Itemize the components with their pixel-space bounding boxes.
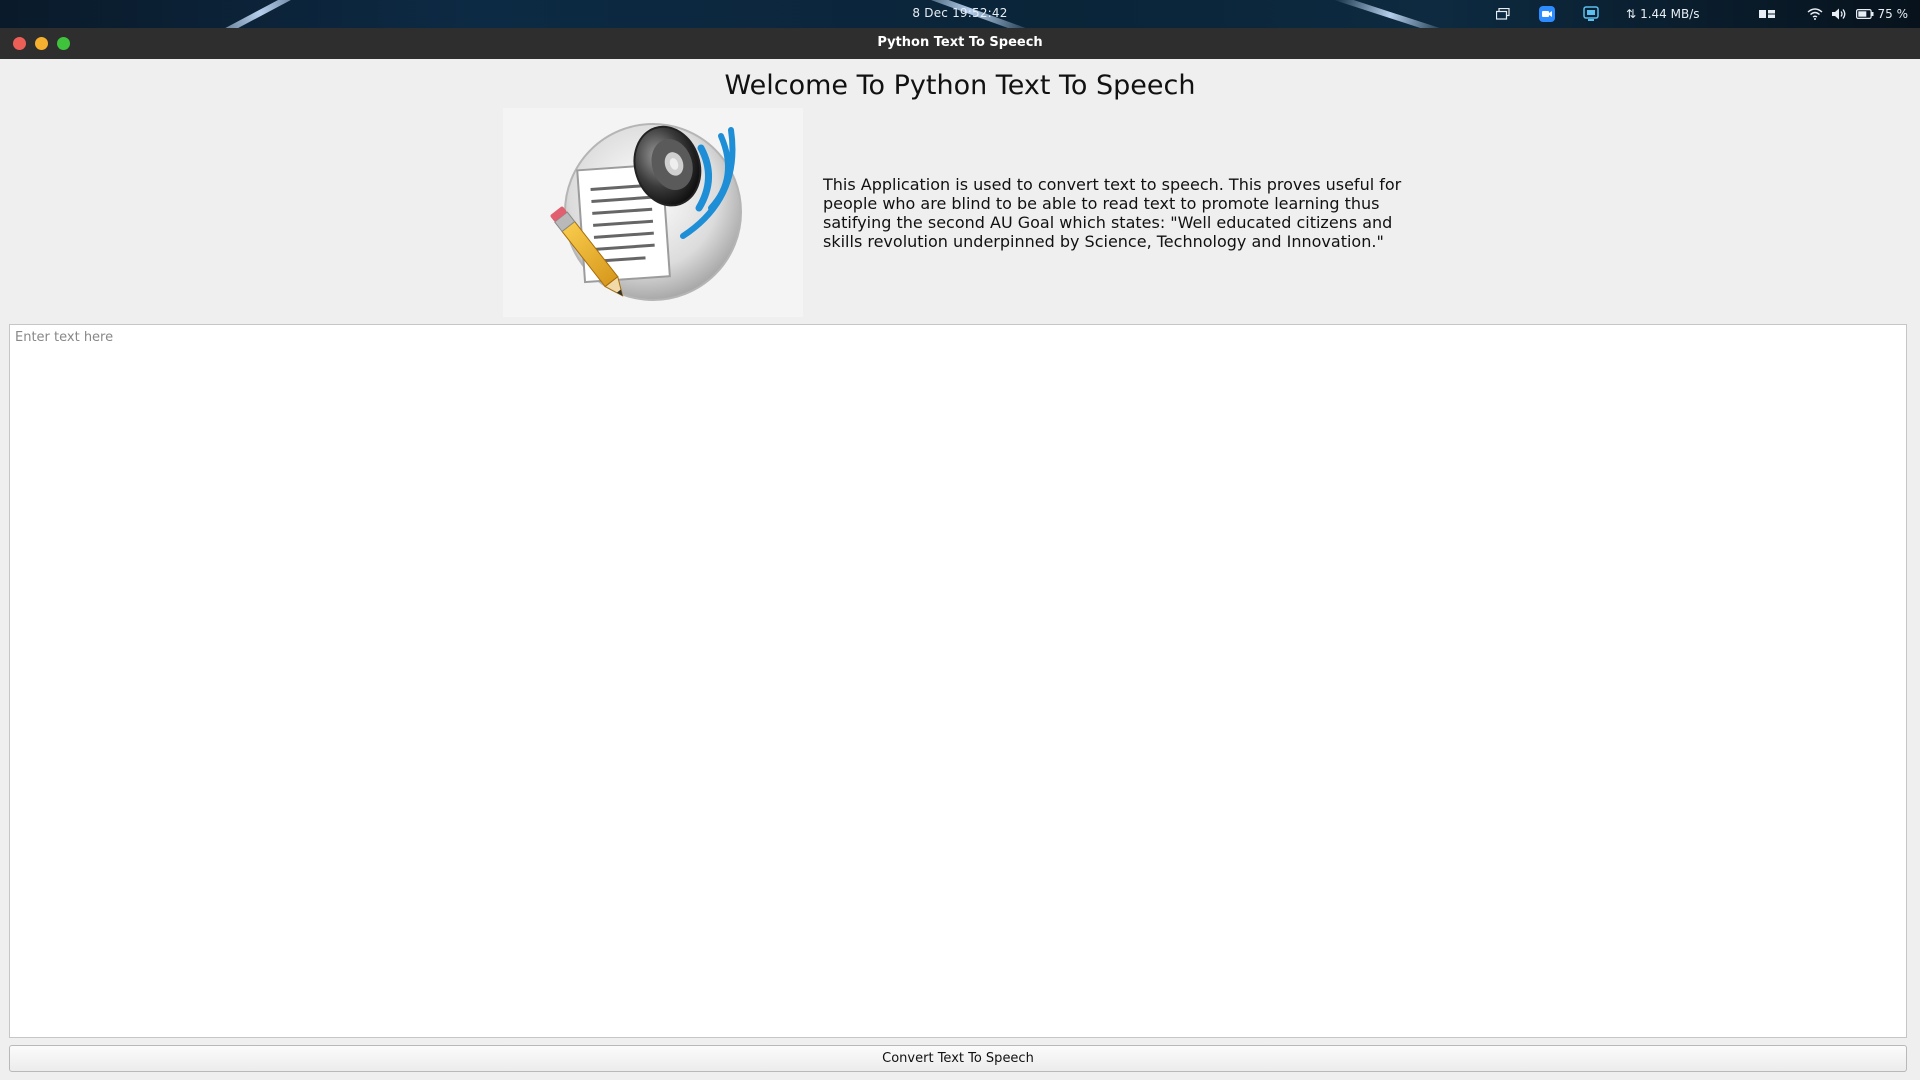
app-window: Welcome To Python Text To Speech This Ap… (0, 59, 1920, 1080)
app-logo (503, 108, 803, 317)
window-title: Python Text To Speech (877, 35, 1043, 50)
system-tray: ⇅ 1.44 MB/s 75 % (1468, 4, 1908, 24)
network-speed-label: 1.44 MB/s (1640, 7, 1700, 21)
window-title-bar[interactable]: Python Text To Speech (0, 28, 1920, 59)
wifi-icon[interactable] (1806, 5, 1824, 23)
system-top-bar: 8 Dec 19:52:42 ⇅ 1.44 MB/s 75 % (0, 0, 1920, 28)
network-speed-icon: ⇅ (1626, 7, 1637, 21)
volume-icon[interactable] (1830, 5, 1848, 23)
convert-text-to-speech-button[interactable]: Convert Text To Speech (9, 1045, 1907, 1072)
battery-level: 75 % (1877, 7, 1909, 21)
speaker-document-icon (550, 123, 742, 301)
network-speed[interactable]: ⇅ 1.44 MB/s (1626, 7, 1699, 21)
window-switcher-icon[interactable] (1494, 5, 1512, 23)
page-heading: Welcome To Python Text To Speech (724, 70, 1196, 101)
text-input-area[interactable] (9, 324, 1907, 1038)
layout-icon[interactable] (1758, 5, 1776, 23)
screenshot-icon[interactable] (1582, 5, 1600, 23)
battery-icon[interactable] (1855, 5, 1874, 23)
zoom-icon[interactable] (1538, 5, 1556, 23)
app-description: This Application is used to convert text… (823, 175, 1402, 251)
